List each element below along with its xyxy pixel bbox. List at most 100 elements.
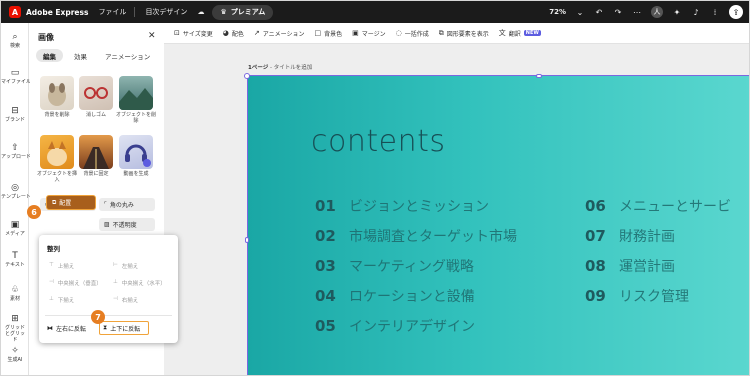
resize-handle-top[interactable] — [536, 74, 542, 78]
rail-item-text[interactable]: T テキスト — [1, 251, 29, 268]
tab-edit[interactable]: 編集 — [36, 49, 63, 62]
rail-item-my-files[interactable]: ▭ マイファイル — [1, 68, 31, 85]
toc-item[interactable]: 05 インテリアデザイン — [315, 316, 475, 336]
remove-object-tile[interactable] — [119, 76, 153, 110]
margin-button[interactable]: ▣ マージン — [352, 29, 386, 38]
toc-item[interactable]: 07 財務計画 — [585, 226, 675, 246]
rail-item-ai[interactable]: ✧ 生成AI — [1, 346, 29, 363]
glasses-thumbnail — [84, 87, 108, 99]
generate-video-tile[interactable] — [119, 135, 153, 169]
slide[interactable]: contents 01 ビジョンとミッション 02 市場調査とターゲット市場 03 マ… — [244, 73, 749, 375]
rail-item-media[interactable]: ▣ メディア — [1, 220, 29, 237]
palette-icon: ◕ — [222, 29, 229, 37]
tab-animation[interactable]: アニメーション — [98, 49, 157, 62]
align-right-icon: ⊣ — [113, 296, 118, 302]
align-middle-button[interactable]: ⊣ 中央揃え（垂直） — [49, 279, 102, 287]
bulk-create-button[interactable]: ◌ 一括作成 — [396, 29, 429, 38]
arrange-icon: ⧉ — [52, 198, 57, 206]
align-left-button[interactable]: ⊢ 左揃え — [113, 262, 138, 270]
align-right-button[interactable]: ⊣ 右揃え — [113, 296, 138, 304]
tile-label: 動画を生成 — [123, 171, 149, 177]
divider — [134, 7, 136, 17]
flip-horizontal-icon: ⧓ — [47, 324, 53, 332]
cloud-icon: ☁ — [197, 8, 205, 16]
remove-background-tile[interactable] — [40, 76, 74, 110]
align-label: 右揃え — [121, 298, 139, 304]
tab-effects[interactable]: 効果 — [67, 49, 94, 62]
toc-item[interactable]: 03 マーケティング戦略 — [315, 256, 474, 276]
share-icon[interactable]: ⇪ — [729, 5, 743, 19]
page-label[interactable]: 1ページ - タイトルを追加 — [248, 63, 312, 71]
align-top-icon: ⊤ — [49, 262, 54, 268]
avatar[interactable]: 人 — [651, 6, 663, 18]
align-label: 下揃え — [57, 298, 75, 304]
margin-icon: ▣ — [352, 29, 359, 37]
toc-item[interactable]: 06 メニューとサービ — [585, 196, 731, 216]
dog-thumbnail — [48, 83, 66, 106]
toc-text: インテリアデザイン — [349, 319, 475, 335]
bell-icon[interactable]: ♪ — [691, 7, 701, 17]
redo-icon[interactable]: ↷ — [613, 7, 623, 17]
align-bottom-button[interactable]: ⊥ 下揃え — [49, 296, 74, 304]
toc-item[interactable]: 02 市場調査とターゲット市場 — [315, 226, 517, 246]
flip-horizontal-button[interactable]: ⧓ 左右に反転 — [47, 321, 86, 335]
resize-button[interactable]: ⊡ サイズ変更 — [174, 29, 213, 38]
rail-item-upload[interactable]: ⇧ アップロード — [1, 143, 31, 160]
app-name: Adobe Express — [26, 7, 89, 17]
align-center-button[interactable]: ⊥ 中央揃え（水平） — [113, 279, 166, 287]
show-shapes-button[interactable]: ⧉ 図形要素を表示 — [439, 29, 489, 38]
app-window: A Adobe Express ファイル 目次デザイン ☁ ♛ プレミアム 72… — [0, 0, 750, 376]
pin-background-tile[interactable] — [79, 135, 113, 169]
toolbar-label: 配色 — [231, 30, 244, 38]
animation-button[interactable]: ↗ アニメーション — [254, 29, 305, 38]
rail-item-brand[interactable]: ⊟ ブランド — [1, 106, 29, 123]
translate-button[interactable]: 文翻訳 NEW — [499, 28, 541, 38]
flip-vertical-button[interactable]: ⧗ 上下に反転 — [99, 321, 149, 335]
rail-item-elements[interactable]: ♧ 素材 — [1, 285, 29, 302]
document-title[interactable]: 目次デザイン — [145, 7, 187, 17]
resize-icon: ⊡ — [174, 29, 180, 37]
corner-icon: ⌜ — [104, 201, 107, 208]
align-top-button[interactable]: ⊤ 上揃え — [49, 262, 74, 270]
resize-handle-left[interactable] — [245, 237, 249, 243]
insert-object-tile[interactable] — [40, 135, 74, 169]
rail-label: テキスト — [5, 262, 25, 268]
color-scheme-button[interactable]: ◕ 配色 — [223, 29, 244, 38]
rail-label: グリッドとグリッド — [4, 325, 25, 343]
toc-number: 03 — [315, 257, 336, 275]
opacity-button[interactable]: ▨ 不透明度 — [99, 218, 155, 231]
resize-handle-corner[interactable] — [244, 73, 250, 79]
apps-icon[interactable]: ⁞ — [710, 7, 720, 17]
rail-item-search[interactable]: ⌕ 検索 — [1, 32, 29, 49]
file-menu[interactable]: ファイル — [98, 7, 126, 17]
lightbulb-icon[interactable]: ✦ — [672, 7, 682, 17]
rounded-corners-button[interactable]: ⌜ 角の丸み — [99, 198, 155, 211]
headphones-thumbnail — [125, 144, 151, 167]
toc-item[interactable]: 08 運営計画 — [585, 256, 675, 276]
align-bottom-icon: ⊥ — [49, 296, 54, 302]
toc-number: 04 — [315, 287, 336, 305]
undo-icon[interactable]: ↶ — [594, 7, 604, 17]
new-badge: NEW — [523, 30, 541, 36]
arrange-button[interactable]: ⧉ 配置 — [46, 195, 96, 210]
opacity-label: 不透明度 — [112, 222, 137, 229]
toc-item[interactable]: 04 ロケーションと設備 — [315, 286, 475, 306]
elements-icon: ♧ — [10, 285, 20, 295]
chevron-down-icon[interactable]: ⌄ — [575, 7, 585, 17]
zoom-level[interactable]: 72% — [549, 8, 566, 16]
toc-item[interactable]: 01 ビジョンとミッション — [315, 196, 489, 216]
animation-icon: ↗ — [253, 29, 260, 37]
adobe-express-logo[interactable]: A — [9, 6, 21, 18]
background-color-button[interactable]: □ 背景色 — [314, 29, 342, 38]
step-marker-6: 6 — [27, 205, 41, 219]
more-icon[interactable]: ⋯ — [632, 7, 642, 17]
premium-button[interactable]: ♛ プレミアム — [212, 4, 274, 20]
rail-item-templates[interactable]: ◎ テンプレート — [1, 183, 31, 200]
eraser-tile[interactable] — [79, 76, 113, 110]
slide-title[interactable]: contents — [311, 124, 446, 159]
close-icon[interactable]: ✕ — [148, 31, 156, 41]
flip-label: 左右に反転 — [56, 325, 87, 333]
road-thumbnail — [83, 147, 109, 169]
toc-item[interactable]: 09 リスク管理 — [585, 286, 689, 306]
rail-item-grids[interactable]: ⊞ グリッドとグリッド — [1, 314, 29, 343]
